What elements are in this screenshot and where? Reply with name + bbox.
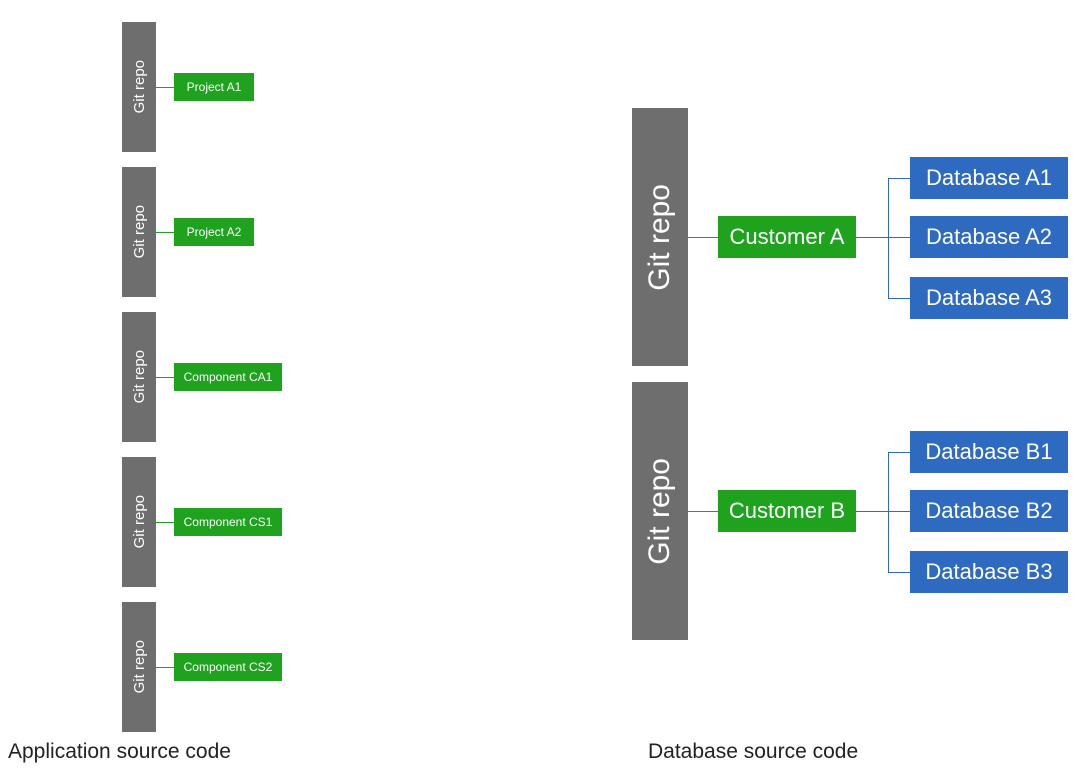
connector-line	[888, 178, 889, 298]
database-label: Database B2	[925, 498, 1052, 523]
component-box-cs1: Component CS1	[174, 508, 282, 536]
database-box-b3: Database B3	[910, 551, 1068, 593]
connector-line	[856, 511, 888, 512]
connector-line	[156, 667, 174, 668]
connector-line	[156, 377, 174, 378]
connector-line	[888, 178, 910, 179]
database-label: Database B3	[925, 559, 1052, 584]
customer-label: Customer B	[729, 498, 845, 523]
git-repo-box-big-a: Git repo	[632, 108, 688, 366]
project-box-a1: Project A1	[174, 73, 254, 101]
database-source-caption-text: Database source code	[648, 740, 858, 763]
connector-line	[156, 232, 174, 233]
database-box-b2: Database B2	[910, 490, 1068, 532]
database-box-a3: Database A3	[910, 277, 1068, 319]
application-source-caption-text: Application source code	[8, 740, 231, 763]
database-label: Database A2	[926, 224, 1052, 249]
git-repo-box-4: Git repo	[122, 457, 156, 587]
database-box-b1: Database B1	[910, 431, 1068, 473]
git-repo-box-1: Git repo	[122, 22, 156, 152]
git-repo-box-2: Git repo	[122, 167, 156, 297]
connector-line	[888, 572, 910, 573]
database-label: Database A1	[926, 165, 1052, 190]
component-box-ca1: Component CA1	[174, 363, 282, 391]
git-repo-label: Git repo	[643, 184, 677, 291]
project-label: Project A2	[187, 225, 242, 239]
git-repo-box-3: Git repo	[122, 312, 156, 442]
connector-line	[888, 237, 910, 238]
customer-box-b: Customer B	[718, 490, 856, 532]
project-label: Project A1	[187, 80, 242, 94]
git-repo-label: Git repo	[131, 495, 148, 548]
customer-box-a: Customer A	[718, 216, 856, 258]
connector-line	[856, 237, 888, 238]
component-label: Component CA1	[184, 370, 273, 384]
connector-line	[688, 237, 718, 238]
git-repo-label: Git repo	[131, 205, 148, 258]
connector-line	[156, 522, 174, 523]
component-label: Component CS2	[184, 660, 273, 674]
database-box-a2: Database A2	[910, 216, 1068, 258]
project-box-a2: Project A2	[174, 218, 254, 246]
git-repo-label: Git repo	[131, 350, 148, 403]
connector-line	[888, 452, 889, 572]
connector-line	[888, 511, 910, 512]
customer-label: Customer A	[730, 224, 845, 249]
git-repo-label: Git repo	[131, 60, 148, 113]
connector-line	[688, 511, 718, 512]
connector-line	[888, 452, 910, 453]
database-source-caption: Database source code	[648, 740, 858, 764]
connector-line	[156, 87, 174, 88]
application-source-caption: Application source code	[8, 740, 231, 764]
component-box-cs2: Component CS2	[174, 653, 282, 681]
database-label: Database B1	[925, 439, 1052, 464]
git-repo-label: Git repo	[131, 640, 148, 693]
component-label: Component CS1	[184, 515, 273, 529]
git-repo-box-5: Git repo	[122, 602, 156, 732]
connector-line	[888, 298, 910, 299]
git-repo-label: Git repo	[643, 458, 677, 565]
database-label: Database A3	[926, 285, 1052, 310]
database-box-a1: Database A1	[910, 157, 1068, 199]
git-repo-box-big-b: Git repo	[632, 382, 688, 640]
